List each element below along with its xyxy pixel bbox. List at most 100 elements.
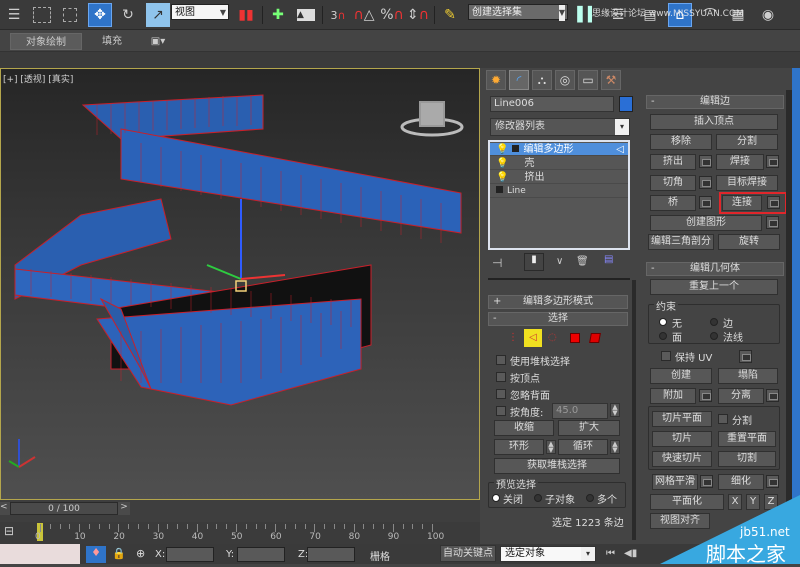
vertex-mode-icon[interactable]: ⋮	[508, 332, 518, 343]
remove-button[interactable]: 移除	[650, 134, 712, 150]
selection-rollout[interactable]: - 选择	[488, 312, 628, 326]
modify-tab-icon[interactable]: ◜	[509, 70, 529, 90]
percent-snap-icon[interactable]: % ∩	[380, 3, 404, 27]
loop-button[interactable]: 循环	[558, 439, 608, 455]
next-frame-button[interactable]: >	[118, 502, 130, 515]
display-tab-icon[interactable]: ▭	[578, 70, 598, 90]
get-stack-selection-button[interactable]: 获取堆栈选择	[494, 458, 620, 474]
rotate-icon[interactable]: ↻	[116, 3, 140, 27]
edge-mode-icon[interactable]: ◁	[524, 329, 542, 347]
by-angle-checkbox[interactable]	[496, 406, 506, 416]
prev-frame-button[interactable]: <	[0, 502, 10, 515]
angle-spinner[interactable]: ▲ ▼	[610, 403, 620, 417]
make-unique-icon[interactable]: ∨	[556, 256, 563, 267]
named-selection-set-select[interactable]: 创建选择集 ▼	[468, 4, 568, 21]
weld-settings-button[interactable]	[766, 155, 779, 168]
cut-button[interactable]: 切割	[718, 451, 776, 467]
ring-button[interactable]: 环形	[494, 439, 544, 455]
connect-button[interactable]: 连接	[722, 195, 762, 211]
element-mode-icon[interactable]	[589, 333, 601, 343]
create-button[interactable]: 创建	[650, 368, 712, 384]
reset-plane-button[interactable]: 重置平面	[718, 431, 776, 447]
reference-coord-select[interactable]: 视图 ▼	[171, 4, 229, 20]
configure-sets-icon[interactable]: ▤	[604, 254, 613, 265]
modifier-stack[interactable]: 💡 编辑多边形 ◁ 💡 壳 💡 挤出 Line	[488, 140, 630, 250]
use-stack-selection-checkbox[interactable]	[496, 355, 506, 365]
stack-item-extrude[interactable]: 💡 挤出	[490, 171, 628, 184]
slice-button[interactable]: 切片	[652, 431, 712, 447]
repeat-last-button[interactable]: 重复上一个	[650, 279, 778, 295]
modifier-list-dropdown[interactable]: 修改器列表 ▾	[490, 118, 630, 136]
constraint-normal-radio[interactable]	[710, 332, 718, 340]
by-vertex-checkbox[interactable]	[496, 372, 506, 382]
bridge-button[interactable]: 桥	[650, 195, 696, 211]
auto-key-button[interactable]: 自动关键点	[440, 545, 496, 562]
edit-edges-rollout[interactable]: - 编辑边	[646, 95, 784, 109]
preview-subobject-radio[interactable]	[534, 494, 542, 502]
z-coord-input[interactable]	[307, 547, 355, 562]
constraint-edge-radio[interactable]	[710, 318, 718, 326]
border-mode-icon[interactable]: ◌	[548, 332, 557, 343]
tab-object-paint[interactable]: 对象绘制	[10, 33, 82, 50]
attach-settings-button[interactable]	[699, 389, 712, 402]
target-weld-button[interactable]: 目标焊接	[716, 175, 778, 191]
collapse-button[interactable]: 塌陷	[718, 368, 778, 384]
polygon-mode-icon[interactable]	[570, 333, 580, 343]
object-color-swatch[interactable]	[619, 96, 633, 112]
slice-plane-button[interactable]: 切片平面	[652, 411, 712, 427]
scale-icon[interactable]: ↗	[146, 3, 170, 27]
snap-toggle-icon[interactable]: 3∩	[326, 3, 350, 27]
attach-button[interactable]: 附加	[650, 388, 696, 404]
key-filter-select[interactable]: 选定对象 ▾	[500, 546, 596, 562]
extrude-button[interactable]: 挤出	[650, 154, 696, 170]
absolute-mode-icon[interactable]: ⊕	[136, 547, 145, 560]
detach-settings-button[interactable]	[766, 389, 779, 402]
preview-multi-radio[interactable]	[586, 494, 594, 502]
grow-button[interactable]: 扩大	[558, 420, 620, 436]
ribbon-mesh[interactable]	[1, 69, 480, 500]
x-coord-input[interactable]	[166, 547, 214, 562]
connect-settings-button[interactable]	[767, 196, 780, 209]
turn-button[interactable]: 旋转	[718, 234, 780, 250]
stack-item-line[interactable]: Line	[490, 185, 628, 198]
ignore-backfacing-checkbox[interactable]	[496, 389, 506, 399]
pivot-center-icon[interactable]: ▮▮	[234, 3, 258, 27]
y-coord-input[interactable]	[237, 547, 285, 562]
chamfer-settings-button[interactable]	[699, 176, 712, 189]
utilities-tab-icon[interactable]: ⚒	[601, 70, 621, 90]
hierarchy-tab-icon[interactable]: ⛬	[532, 70, 552, 90]
constraint-face-radio[interactable]	[659, 332, 667, 340]
remove-modifier-icon[interactable]: 🗑	[576, 256, 589, 267]
loop-spinner[interactable]: ▲ ▼	[610, 440, 620, 454]
rect-select-icon[interactable]	[30, 3, 54, 27]
extrude-settings-button[interactable]	[699, 155, 712, 168]
split-checkbox[interactable]	[718, 414, 728, 424]
stack-item-shell[interactable]: 💡 壳	[490, 157, 628, 170]
preserve-uv-settings-button[interactable]	[739, 350, 752, 363]
create-shape-settings-button[interactable]	[766, 216, 779, 229]
tab-populate[interactable]: 填充	[90, 33, 134, 50]
isolate-selection-icon[interactable]: ♦	[86, 546, 106, 563]
constraint-none-radio[interactable]	[659, 318, 667, 326]
go-to-start-icon[interactable]: ⏮	[606, 548, 615, 559]
pin-stack-icon[interactable]: ⊣	[492, 256, 502, 270]
perspective-viewport[interactable]: [+] [透视] [真实]	[0, 68, 480, 500]
create-tab-icon[interactable]: ✹	[486, 70, 506, 90]
curve-editor-mini-icon[interactable]: ⊟	[4, 524, 14, 538]
motion-tab-icon[interactable]: ◎	[555, 70, 575, 90]
detach-button[interactable]: 分离	[718, 388, 764, 404]
edit-triangulation-button[interactable]: 编辑三角剖分	[648, 234, 714, 250]
object-name-input[interactable]: Line006	[490, 96, 614, 112]
edit-geometry-rollout[interactable]: - 编辑几何体	[646, 262, 784, 276]
edit-poly-mode-rollout[interactable]: + 编辑多边形模式	[488, 295, 628, 309]
maxscript-listener[interactable]	[0, 544, 80, 564]
shrink-button[interactable]: 收缩	[494, 420, 554, 436]
preserve-uv-checkbox[interactable]	[661, 351, 671, 361]
move-icon[interactable]: ✥	[88, 3, 112, 27]
angle-snap-icon[interactable]: ∩ △	[352, 3, 376, 27]
material-editor-icon[interactable]: ◉	[756, 3, 780, 27]
insert-vertex-button[interactable]: 插入顶点	[650, 114, 778, 130]
time-slider[interactable]: 0 / 100	[10, 502, 118, 515]
select-manipulate-icon[interactable]: ✚	[266, 3, 290, 27]
show-end-result-icon[interactable]: ▮	[524, 253, 544, 271]
